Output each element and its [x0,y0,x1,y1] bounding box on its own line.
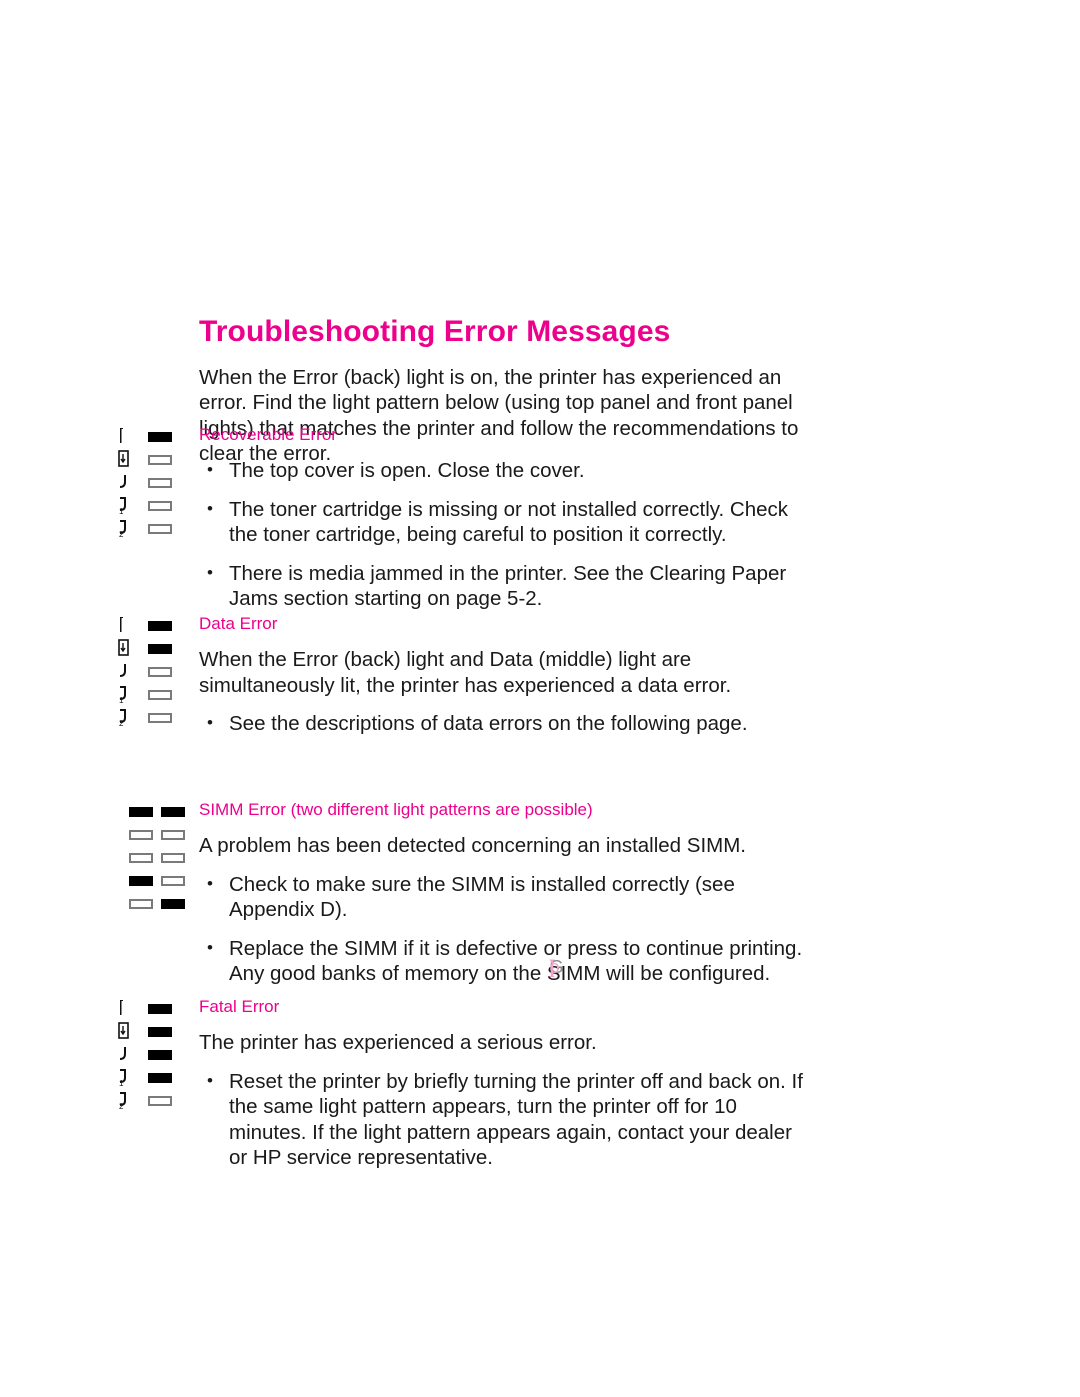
section-label: SIMM Error (two different light patterns… [199,800,593,819]
light-pattern-recoverable: 1 2 [113,425,193,540]
light-row [129,892,209,915]
section-lead-paragraph: A problem has been detected concerning a… [199,834,746,857]
light-row [113,471,193,494]
led-indicator [148,666,172,677]
printer-tray-1-fragment-icon: 1 [113,494,139,517]
light-row [113,997,193,1020]
section-lead-paragraph: The printer has experienced a serious er… [199,1031,597,1054]
light-row [129,869,209,892]
light-row [113,448,193,471]
section-body: Recoverable Error The top cover is open.… [199,425,809,612]
printer-tray-fragment-icon [113,637,139,660]
led-indicator [148,500,172,511]
light-row [129,800,209,823]
led-indicator [129,829,153,840]
svg-text:2: 2 [119,530,124,539]
svg-text:1: 1 [119,507,124,516]
light-row: 2 [113,517,193,540]
document-page: Troubleshooting Error Messages When the … [0,0,1080,1397]
led-indicator [148,431,172,442]
light-row: 2 [113,1089,193,1112]
light-row [113,660,193,683]
led-indicator [161,875,185,886]
printer-top-fragment-icon [113,997,139,1020]
led-indicator [148,689,172,700]
light-row [113,1043,193,1066]
led-indicator [161,829,185,840]
svg-text:1: 1 [119,696,124,705]
section-body: Fatal Error The printer has experienced … [199,997,809,1171]
led-indicator [148,1049,172,1060]
section-lead-paragraph: When the Error (back) light and Data (mi… [199,648,732,697]
light-pattern-simm [129,800,209,915]
light-row: 1 [113,683,193,706]
printer-curve-fragment-icon [113,471,139,494]
list-item: Check to make sure the SIMM is installed… [199,871,809,923]
printer-tray-fragment-icon [113,1020,139,1043]
light-row [129,823,209,846]
led-indicator [148,1072,172,1083]
list-item: Reset the printer by briefly turning the… [199,1068,809,1171]
section-body: SIMM Error (two different light patterns… [199,800,809,987]
bullet-list: See the descriptions of data errors on t… [199,710,809,737]
led-indicator [148,620,172,631]
light-pattern-fatal: 1 2 [113,997,193,1112]
led-indicator [148,1003,172,1014]
bullet-list: Reset the printer by briefly turning the… [199,1068,809,1171]
printer-tray-1-fragment-icon: 1 [113,683,139,706]
list-item: There is media jammed in the printer. Se… [199,560,809,612]
bullet-list: Check to make sure the SIMM is installed… [199,871,809,987]
led-indicator [148,523,172,534]
printer-tray-2-fragment-icon: 2 [113,1089,139,1112]
list-item: Replace the SIMM if it is defective or p… [199,935,809,987]
light-row [113,425,193,448]
led-indicator [148,1026,172,1037]
led-indicator [161,806,185,817]
list-item: The top cover is open. Close the cover. [199,457,809,484]
svg-text:2: 2 [119,1102,124,1111]
led-indicator [161,898,185,909]
light-row [113,614,193,637]
svg-text:2: 2 [119,719,124,728]
led-indicator [129,875,153,886]
section-label: Fatal Error [199,997,280,1016]
printer-curve-fragment-icon [113,1043,139,1066]
light-row: 1 [113,1066,193,1089]
light-pattern-data: 1 2 [113,614,193,729]
led-indicator [148,454,172,465]
light-row [113,1020,193,1043]
led-indicator [161,852,185,863]
printer-tray-1-fragment-icon: 1 [113,1066,139,1089]
section-label: Recoverable Error [199,425,337,444]
page-title: Troubleshooting Error Messages [199,315,671,349]
led-indicator [129,806,153,817]
led-indicator [148,643,172,654]
go-key-close-bracket: ] [549,956,555,977]
light-row: 2 [113,706,193,729]
led-indicator [148,1095,172,1106]
printer-tray-2-fragment-icon: 2 [113,706,139,729]
led-indicator [129,852,153,863]
bullet-list: The top cover is open. Close the cover. … [199,457,809,612]
list-item: See the descriptions of data errors on t… [199,710,809,737]
list-item: The toner cartridge is missing or not in… [199,496,809,548]
led-indicator [148,477,172,488]
svg-text:1: 1 [119,1079,124,1088]
led-indicator [148,712,172,723]
printer-top-fragment-icon [113,425,139,448]
printer-top-fragment-icon [113,614,139,637]
light-row [113,637,193,660]
section-body: Data Error When the Error (back) light a… [199,614,809,737]
printer-tray-fragment-icon [113,448,139,471]
section-label: Data Error [199,614,278,633]
led-indicator [129,898,153,909]
light-row: 1 [113,494,193,517]
printer-tray-2-fragment-icon: 2 [113,517,139,540]
light-row [129,846,209,869]
printer-curve-fragment-icon [113,660,139,683]
